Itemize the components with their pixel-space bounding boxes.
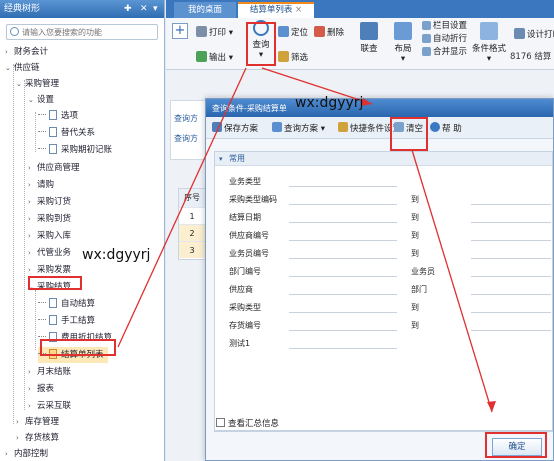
annotation-box-query [246, 22, 276, 66]
annotation-overlay [117, 67, 496, 413]
annotation-arrow [117, 67, 247, 348]
watermark: wx:dgyyrj [295, 95, 364, 111]
annotation-box-settlement-list [40, 339, 116, 356]
annotation-box-ok [485, 432, 547, 458]
annotation-box-clear [390, 117, 428, 151]
watermark: wx:dgyyrj [82, 247, 151, 263]
annotation-arrow [411, 149, 493, 413]
annotation-arrowhead [487, 401, 496, 412]
annotation-box-settlement [28, 276, 82, 290]
